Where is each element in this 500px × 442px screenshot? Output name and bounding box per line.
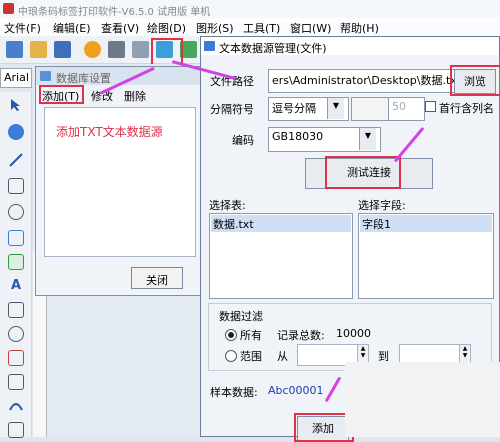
browse-highlight	[450, 65, 500, 96]
window-icon	[40, 71, 51, 81]
chevron-down-icon: ▼	[359, 128, 376, 150]
qrcode-tool-icon[interactable]	[8, 374, 24, 390]
add-menu-highlight	[39, 85, 84, 104]
table-listbox[interactable]: 数据.txt	[209, 213, 353, 299]
image-tool-icon[interactable]	[8, 230, 24, 246]
font-select[interactable]: Arial	[0, 68, 32, 88]
field-listbox[interactable]: 字段1	[358, 213, 494, 299]
app-logo-icon	[3, 3, 14, 14]
sample-label: 样本数据:	[210, 386, 258, 399]
separator-select[interactable]: 逗号分隔 ▼	[268, 97, 349, 121]
datasource-window: 数据库设置 添加(T) 修改 删除 添加TXT文本数据源 关闭	[35, 66, 205, 296]
barcode-tool-icon[interactable]	[8, 302, 24, 318]
field-item[interactable]: 字段1	[360, 215, 492, 232]
menu-bar: 文件(F) 编辑(E) 查看(V) 绘图(D) 图形(S) 工具(T) 窗口(W…	[0, 18, 500, 36]
menu-view[interactable]: 查看(V)	[101, 20, 139, 36]
rectangle-tool-icon[interactable]	[8, 178, 24, 194]
new-icon[interactable]	[6, 41, 23, 58]
triangle-tool-icon[interactable]	[8, 350, 24, 366]
pointer-icon[interactable]	[8, 98, 24, 114]
menu-tools[interactable]: 工具(T)	[243, 20, 280, 36]
sample-value: Abc00001	[268, 384, 324, 397]
datasource-delete-menu[interactable]: 删除	[124, 88, 146, 104]
print-icon[interactable]	[108, 41, 125, 58]
menu-window[interactable]: 窗口(W)	[290, 20, 331, 36]
app-title-bar: 中琅条码标签打印软件-V6.5.0 试用版 单机	[0, 0, 500, 18]
menu-edit[interactable]: 编辑(E)	[53, 20, 91, 36]
drawing-toolbox: A	[0, 92, 32, 438]
separator-count-input[interactable]: 50	[388, 97, 425, 121]
picture-tool-icon[interactable]	[8, 254, 24, 270]
curve-tool-icon[interactable]	[8, 398, 24, 414]
settings-icon[interactable]	[84, 41, 101, 58]
blurred-corner	[345, 362, 500, 437]
menu-shape[interactable]: 图形(S)	[196, 20, 234, 36]
circle-tool-icon[interactable]	[8, 326, 24, 342]
separator-value: 逗号分隔	[272, 102, 316, 115]
file-path-input[interactable]: ers\Administrator\Desktop\数据.txt	[268, 69, 455, 93]
pan-icon[interactable]	[8, 124, 24, 140]
first-row-checkbox[interactable]	[425, 101, 436, 112]
first-row-label: 首行含列名	[439, 102, 494, 115]
filter-group-label: 数据过滤	[217, 308, 265, 324]
select-field-label: 选择字段:	[358, 199, 406, 212]
table-item[interactable]: 数据.txt	[211, 215, 351, 232]
open-icon[interactable]	[30, 41, 47, 58]
dialog-title: 文本数据源管理(文件)	[201, 37, 499, 55]
chevron-down-icon: ▼	[327, 98, 344, 119]
close-button[interactable]: 关闭	[131, 267, 183, 289]
app-title: 中琅条码标签打印软件-V6.5.0 试用版 单机	[18, 7, 211, 18]
menu-draw[interactable]: 绘图(D)	[147, 20, 186, 36]
encoding-label: 编码	[232, 134, 254, 147]
test-connection-highlight	[325, 156, 401, 189]
ellipse-tool-icon[interactable]	[8, 204, 24, 220]
separator-label: 分隔符号	[210, 103, 254, 116]
annotation-text: 添加TXT文本数据源	[56, 125, 163, 139]
save-icon[interactable]	[54, 41, 71, 58]
separator-blank-input[interactable]	[351, 97, 391, 121]
preview-icon[interactable]	[132, 41, 149, 58]
select-table-label: 选择表:	[209, 199, 246, 212]
menu-help[interactable]: 帮助(H)	[340, 20, 379, 36]
text-tool-icon[interactable]: A	[8, 278, 24, 294]
encoding-value: GB18030	[272, 130, 324, 143]
menu-file[interactable]: 文件(F)	[4, 20, 41, 36]
encoding-select[interactable]: GB18030 ▼	[268, 127, 381, 152]
dialog-icon	[204, 41, 215, 51]
table-tool-icon[interactable]	[8, 422, 24, 438]
line-tool-icon[interactable]	[8, 152, 24, 168]
